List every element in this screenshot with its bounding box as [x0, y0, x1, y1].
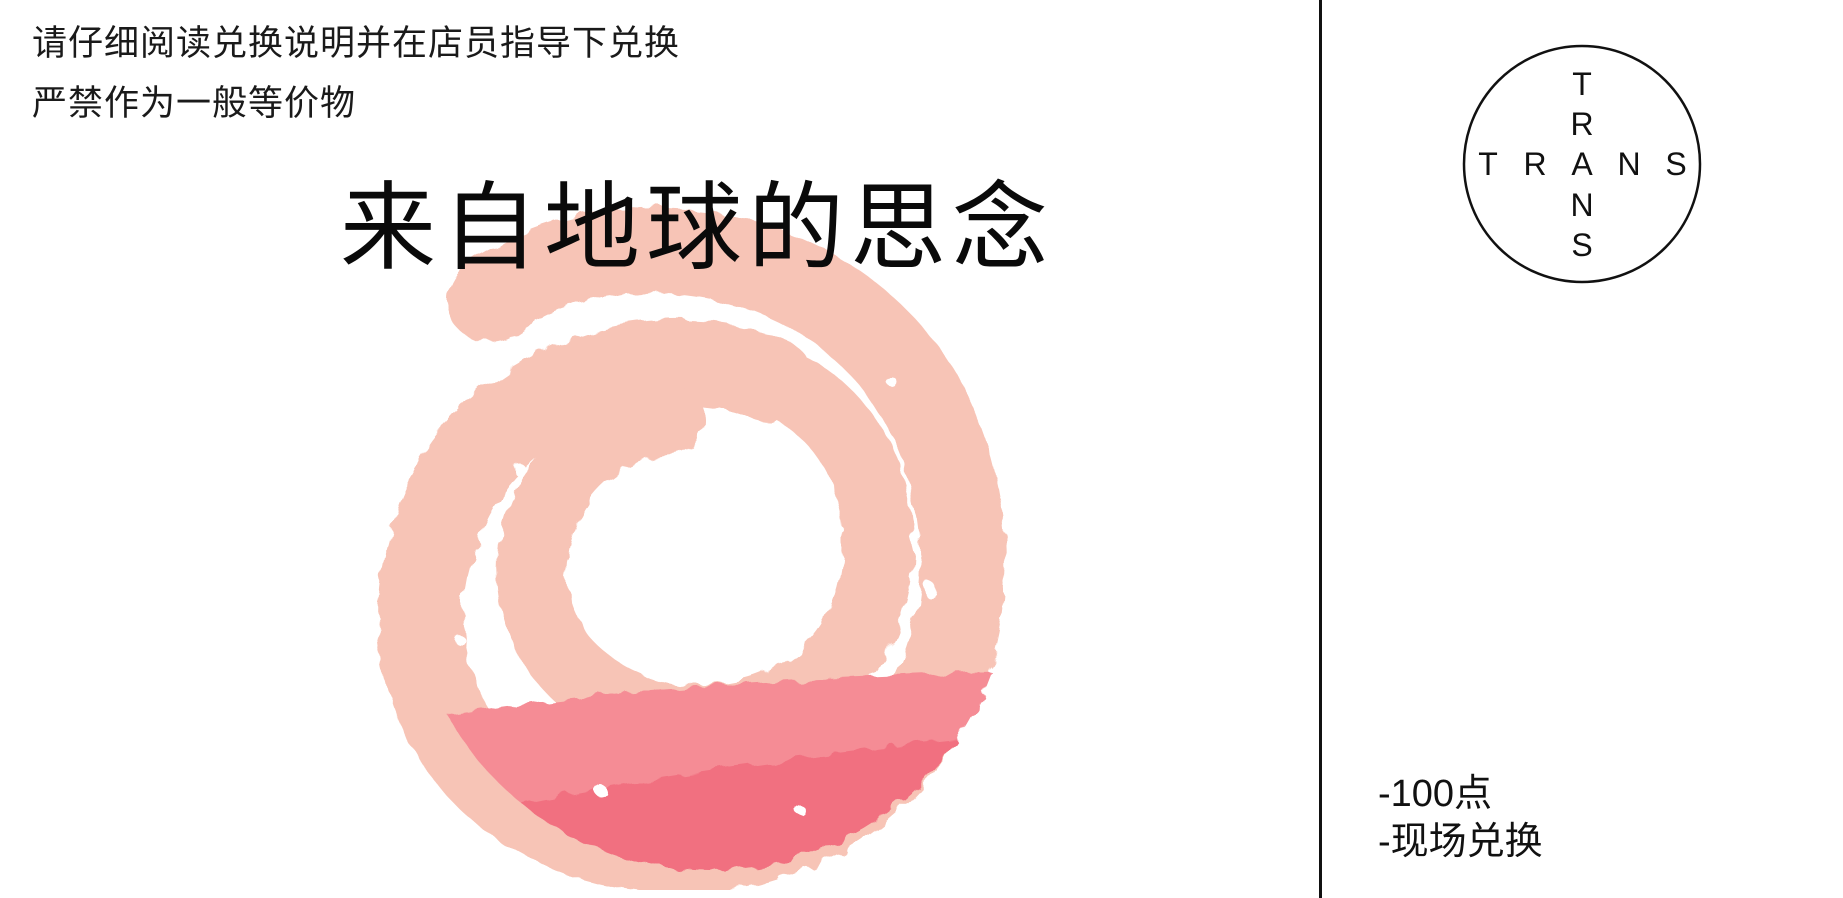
trans-logo: T R A N S T R N S	[1462, 44, 1702, 284]
logo-letter-h5: S	[1665, 146, 1686, 182]
stub-divider	[1319, 0, 1322, 898]
logo-letter-v5: S	[1571, 227, 1592, 263]
logo-letter-h1: T	[1478, 146, 1498, 182]
logo-letter-h2: R	[1523, 146, 1546, 182]
notice-line-1: 请仔细阅读兑换说明并在店员指导下兑换	[32, 24, 681, 64]
redemption-notice: 请仔细阅读兑换说明并在店员指导下兑换 严禁作为一般等价物	[32, 14, 680, 134]
logo-letter-v2: R	[1570, 106, 1593, 142]
logo-letter-v1: T	[1572, 66, 1592, 102]
logo-letter-v4: N	[1570, 187, 1593, 223]
logo-letter-h4: N	[1617, 146, 1640, 182]
trans-logo-horizontal: T R A N S	[1478, 146, 1686, 182]
points-cost: -100点	[1378, 773, 1493, 815]
swirl-inner-stroke	[497, 345, 913, 755]
redeem-method: -现场兑换	[1378, 821, 1543, 863]
notice-line-2: 严禁作为一般等价物	[32, 84, 357, 124]
card-title: 来自地球的思念	[340, 172, 1054, 284]
redemption-terms: -100点 -现场兑换	[1378, 770, 1543, 866]
swirl-strokes	[377, 207, 1010, 890]
logo-letter-h3: A	[1571, 146, 1593, 182]
